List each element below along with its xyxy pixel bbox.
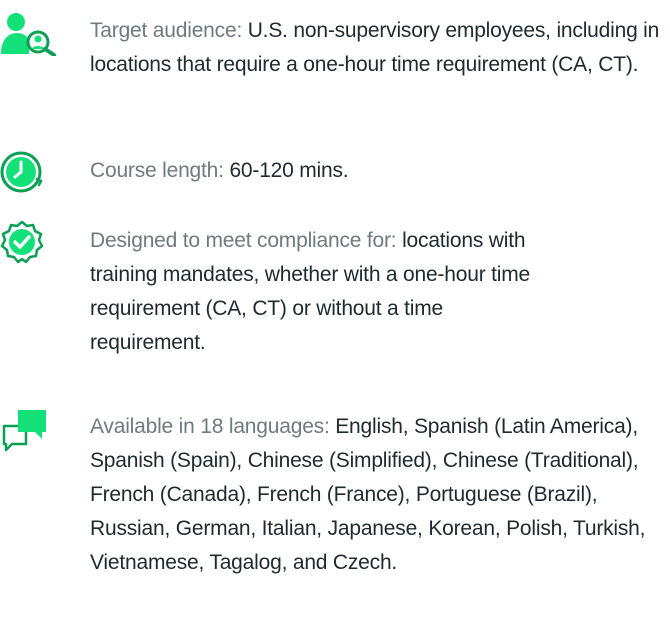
length-text: Course length: 60-120 mins. [90, 154, 670, 188]
compliance-label: Designed to meet compliance for: [90, 229, 397, 252]
length-value: 60-120 mins. [229, 159, 349, 182]
check-badge-icon [0, 220, 64, 280]
languages-label: Available in 18 languages: [90, 415, 330, 438]
audience-label: Target audience: [90, 19, 243, 42]
chat-bubbles-icon [0, 408, 64, 468]
length-label: Course length: [90, 159, 224, 182]
clock-icon [0, 150, 64, 210]
languages-value: English, Spanish (Latin America), Spanis… [90, 415, 646, 574]
audience-text: Target audience: U.S. non-supervisory em… [90, 14, 670, 82]
person-search-icon [0, 12, 64, 72]
compliance-text: Designed to meet compliance for: locatio… [90, 224, 530, 360]
languages-text: Available in 18 languages: English, Span… [90, 410, 670, 580]
